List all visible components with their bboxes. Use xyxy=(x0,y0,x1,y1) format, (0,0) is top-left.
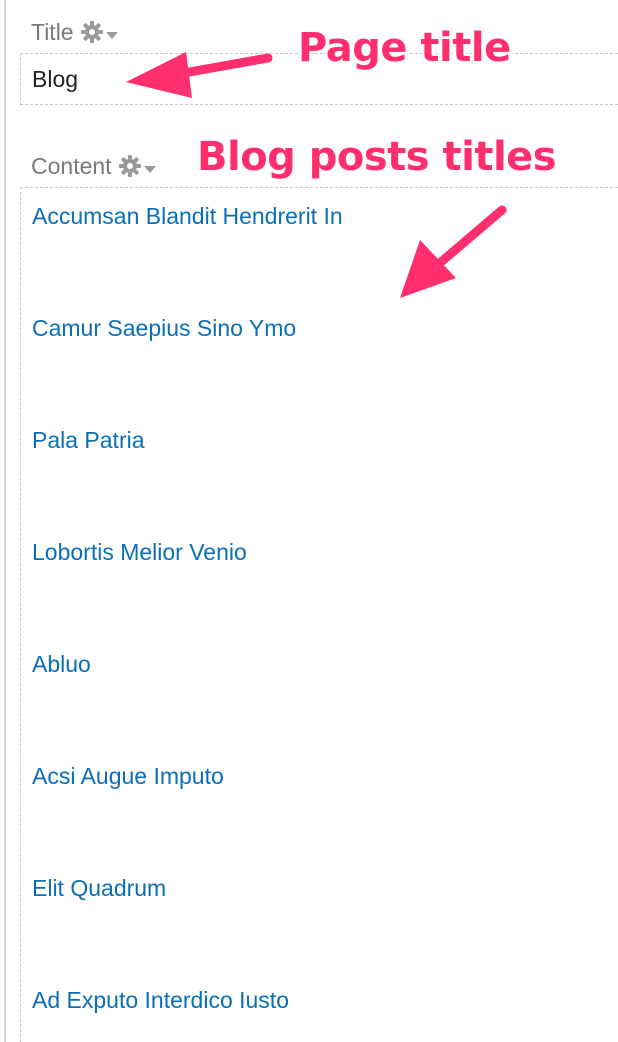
blog-post-link[interactable]: Lobortis Melior Venio xyxy=(32,539,247,566)
blog-posts-titles-annotation: Blog posts titles xyxy=(197,134,557,180)
blog-post-link[interactable]: Ad Exputo Interdico Iusto xyxy=(32,987,289,1014)
title-field-label: Title xyxy=(31,15,118,49)
gear-icon xyxy=(80,21,103,43)
blog-post-link[interactable]: Abluo xyxy=(32,651,91,678)
content-field-settings[interactable] xyxy=(118,154,156,178)
content-field-label: Content xyxy=(31,149,156,183)
title-label-text: Title xyxy=(31,18,74,45)
blog-post-link[interactable]: Accumsan Blandit Hendrerit In xyxy=(32,203,343,230)
page-title-annotation: Page title xyxy=(298,25,511,71)
blog-post-link[interactable]: Elit Quadrum xyxy=(32,875,166,902)
blog-post-link[interactable]: Acsi Augue Imputo xyxy=(32,763,224,790)
blog-post-link[interactable]: Pala Patria xyxy=(32,427,145,454)
chevron-down-icon xyxy=(143,165,156,173)
blog-post-link[interactable]: Camur Saepius Sino Ymo xyxy=(32,315,296,342)
page-title-value: Blog xyxy=(32,66,79,92)
left-divider xyxy=(4,0,6,1042)
title-field-settings[interactable] xyxy=(80,20,118,44)
chevron-down-icon xyxy=(105,31,118,39)
content-label-text: Content xyxy=(31,152,112,179)
gear-icon xyxy=(118,155,141,177)
